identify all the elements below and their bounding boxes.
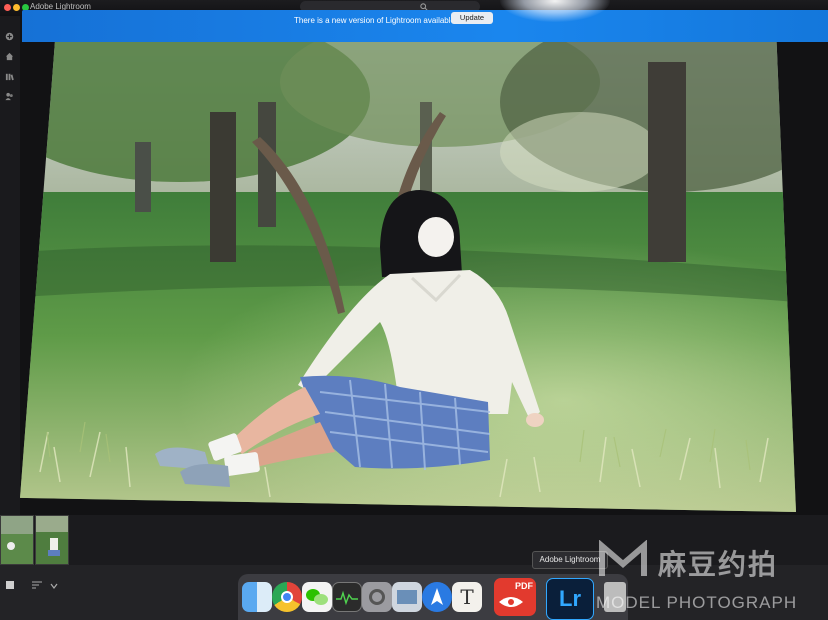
watermark-logo (599, 540, 647, 576)
photo-image (20, 42, 796, 512)
dock-preview[interactable] (392, 582, 422, 612)
dock: T PDF Lr (238, 574, 628, 620)
people-icon[interactable] (5, 92, 14, 101)
dock-navigation[interactable] (422, 582, 452, 612)
dock-pdf-expert[interactable]: PDF (494, 578, 536, 616)
dock-tooltip: Adobe Lightroom (532, 551, 608, 569)
update-message: There is a new version of Lightroom avai… (294, 16, 458, 25)
watermark-cn: 麻豆约拍 (658, 548, 779, 581)
update-banner: There is a new version of Lightroom avai… (22, 10, 828, 42)
dock-typora[interactable]: T (452, 582, 482, 612)
dock-system-preferences[interactable] (362, 582, 392, 612)
thumbnail-1[interactable] (0, 515, 34, 565)
close-window-button[interactable] (4, 4, 11, 11)
square-grid-icon[interactable] (5, 580, 15, 590)
dock-activity-monitor[interactable] (332, 582, 362, 612)
dock-finder[interactable] (242, 582, 272, 612)
minimize-window-button[interactable] (13, 4, 20, 11)
library-icon[interactable] (5, 72, 14, 81)
main-photo[interactable] (20, 42, 796, 512)
sort-icon[interactable] (31, 580, 43, 590)
chevron-down-icon[interactable] (50, 582, 58, 590)
pdf-label: PDF (515, 581, 533, 591)
home-icon[interactable] (5, 52, 14, 61)
thumbnail-2[interactable] (35, 515, 69, 565)
dock-chrome[interactable] (272, 582, 302, 612)
add-photo-icon[interactable] (5, 32, 14, 41)
watermark-en: MODEL PHOTOGRAPH (596, 593, 798, 612)
dock-wechat[interactable] (302, 582, 332, 612)
update-button[interactable]: Update (451, 12, 493, 24)
dock-adobe-lightroom[interactable]: Lr (546, 578, 594, 620)
left-rail (0, 16, 20, 516)
